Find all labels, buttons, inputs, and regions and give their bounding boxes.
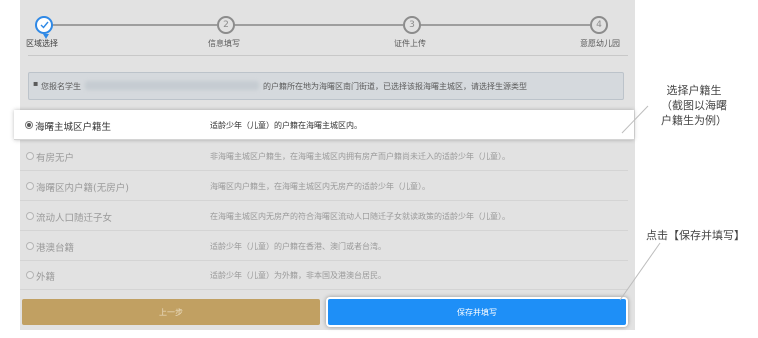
annotation-click-save: 点击【保存并填写】 (646, 229, 745, 242)
annotation-line: 户籍生为例） (661, 114, 727, 127)
annotation-line: （截图以海曙 (661, 99, 727, 112)
screenshot: 2 3 4 区域选择 信息填写 证件上传 意愿幼儿园 ▪ 您报名学生 的户籍所在… (0, 0, 758, 338)
annotation-line: 选择户籍生 (666, 84, 722, 97)
annotation-leader-lines (619, 105, 661, 301)
annotation-select-hukou: 选择户籍生 （截图以海曙 户籍生为例） (648, 83, 740, 128)
